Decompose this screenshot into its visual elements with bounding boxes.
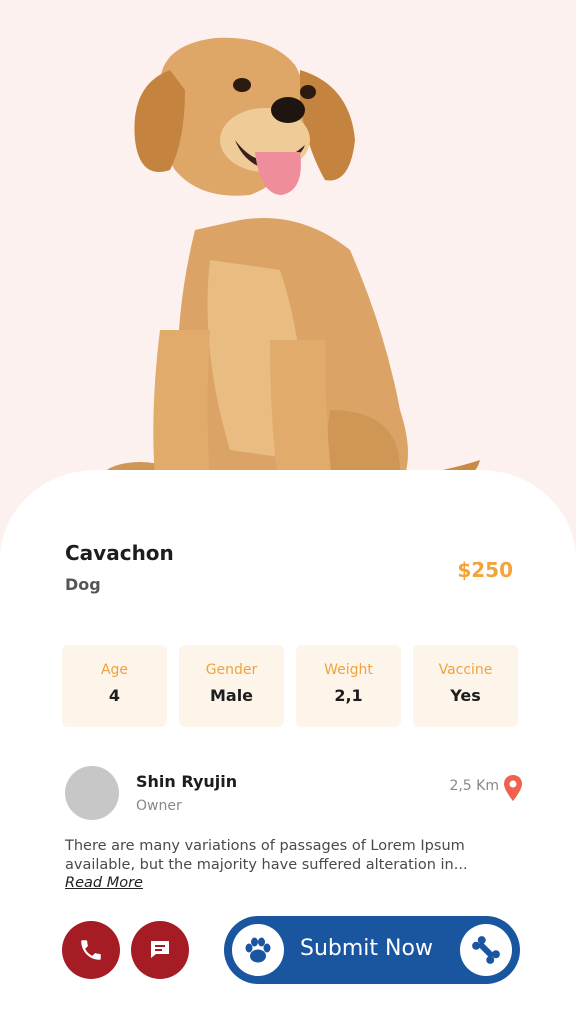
paw-icon xyxy=(245,937,271,963)
stat-card-weight: Weight 2,1 xyxy=(296,645,401,727)
stat-value: 2,1 xyxy=(334,686,363,705)
pet-price: $250 xyxy=(457,558,513,582)
stat-value: Yes xyxy=(450,686,481,705)
stat-label: Gender xyxy=(205,662,258,678)
submit-button[interactable]: Submit Now xyxy=(224,916,520,984)
distance-text: 2,5 Km xyxy=(449,778,499,794)
stat-value: Male xyxy=(209,686,254,705)
owner-name[interactable]: Shin Ryujin xyxy=(136,772,237,791)
submit-label: Submit Now xyxy=(300,936,433,961)
read-more-link[interactable]: Read More xyxy=(65,875,143,891)
stat-label: Weight xyxy=(324,662,373,678)
location-pin-icon xyxy=(504,775,522,801)
stat-value: 4 xyxy=(108,686,121,705)
owner-role: Owner xyxy=(136,798,182,814)
stat-label: Age xyxy=(100,662,129,678)
stat-card-vaccine: Vaccine Yes xyxy=(413,645,518,727)
bone-icon xyxy=(472,936,500,964)
pet-name: Cavachon xyxy=(65,541,174,565)
stat-label: Vaccine xyxy=(438,662,493,678)
paw-badge xyxy=(232,924,284,976)
pet-type: Dog xyxy=(65,575,101,594)
phone-icon xyxy=(81,940,101,960)
chat-icon xyxy=(151,941,169,958)
stat-card-age: Age 4 xyxy=(62,645,167,727)
chat-button[interactable] xyxy=(131,921,189,979)
dog-image xyxy=(100,37,485,518)
description-text: There are many variations of passages of… xyxy=(65,838,468,873)
owner-avatar[interactable] xyxy=(65,766,119,820)
bone-badge xyxy=(460,924,512,976)
stats-row: Age 4 Gender Male Weight 2,1 Vaccine Yes xyxy=(62,645,518,727)
call-button[interactable] xyxy=(62,921,120,979)
stat-card-gender: Gender Male xyxy=(179,645,284,727)
